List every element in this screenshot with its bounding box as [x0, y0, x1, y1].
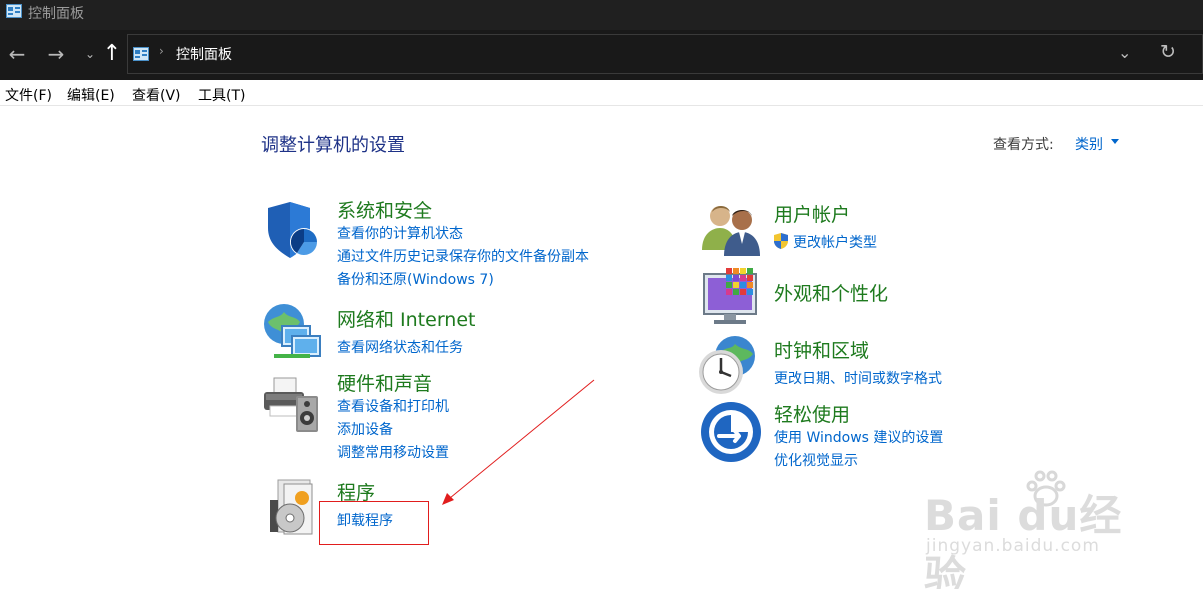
menu-edit[interactable]: 编辑(E): [67, 85, 115, 105]
menu-file[interactable]: 文件(F): [5, 85, 52, 105]
category-network-internet[interactable]: 网络和 Internet: [337, 305, 475, 332]
breadcrumb-control-panel[interactable]: 控制面板: [176, 44, 232, 64]
control-panel-icon: [133, 47, 149, 61]
baidu-watermark: Bai du经验 jingyan.baidu.com: [920, 468, 1150, 589]
link-change-account-type[interactable]: 更改帐户类型: [793, 232, 877, 252]
recent-locations-chevron-icon[interactable]: ⌄: [78, 40, 102, 68]
view-by-label: 查看方式:: [993, 137, 1054, 153]
control-panel-icon: [6, 4, 22, 18]
printer-icon[interactable]: [260, 372, 324, 436]
category-system-security[interactable]: 系统和安全: [337, 196, 432, 223]
menu-tools[interactable]: 工具(T): [198, 85, 245, 105]
annotation-highlight-box: [319, 501, 429, 545]
link-add-device[interactable]: 添加设备: [337, 419, 393, 439]
ease-of-access-icon[interactable]: [699, 400, 763, 464]
menu-bar: 文件(F) 编辑(E) 查看(V) 工具(T): [0, 80, 1203, 106]
title-bar: 控制面板: [0, 0, 1203, 30]
window-title: 控制面板: [28, 6, 84, 22]
link-devices-printers[interactable]: 查看设备和打印机: [337, 396, 449, 416]
link-change-date-time[interactable]: 更改日期、时间或数字格式: [774, 368, 942, 388]
watermark-url: jingyan.baidu.com: [926, 536, 1100, 556]
chevron-down-icon[interactable]: ⌄: [1118, 43, 1131, 62]
monitor-icon[interactable]: [700, 266, 764, 330]
clock-icon[interactable]: [697, 334, 761, 398]
address-bar[interactable]: › 控制面板 ⌄ ↻: [127, 34, 1203, 74]
dropdown-arrow-icon[interactable]: [1111, 139, 1119, 144]
uac-shield-icon: [774, 233, 788, 249]
shield-icon[interactable]: [262, 198, 326, 262]
link-recommended-settings[interactable]: 使用 Windows 建议的设置: [774, 427, 943, 447]
category-clock-region[interactable]: 时钟和区域: [774, 336, 869, 363]
forward-arrow-icon[interactable]: →: [44, 40, 68, 68]
category-hardware-sound[interactable]: 硬件和声音: [337, 369, 432, 396]
link-network-status[interactable]: 查看网络状态和任务: [337, 337, 463, 357]
category-user-accounts[interactable]: 用户帐户: [774, 200, 850, 227]
back-arrow-icon[interactable]: ←: [5, 40, 29, 68]
link-mobility-settings[interactable]: 调整常用移动设置: [337, 442, 449, 462]
link-backup-restore[interactable]: 备份和还原(Windows 7): [337, 269, 494, 289]
network-icon[interactable]: [260, 300, 324, 364]
link-optimize-visual-display[interactable]: 优化视觉显示: [774, 450, 858, 470]
up-arrow-icon[interactable]: ↑: [100, 40, 124, 68]
link-file-history-backup[interactable]: 通过文件历史记录保存你的文件备份副本: [337, 246, 589, 266]
link-view-computer-status[interactable]: 查看你的计算机状态: [337, 223, 463, 243]
breadcrumb-separator-icon[interactable]: ›: [159, 44, 164, 58]
page-title: 调整计算机的设置: [261, 135, 405, 156]
category-ease-of-access[interactable]: 轻松使用: [774, 400, 850, 427]
category-appearance[interactable]: 外观和个性化: [774, 279, 888, 306]
navigation-bar: ← → ⌄ ↑ › 控制面板 ⌄ ↻: [0, 30, 1203, 80]
menu-view[interactable]: 查看(V): [132, 85, 181, 105]
refresh-icon[interactable]: ↻: [1160, 41, 1176, 63]
view-by-dropdown[interactable]: 类别: [1075, 134, 1103, 154]
users-icon[interactable]: [700, 198, 764, 262]
